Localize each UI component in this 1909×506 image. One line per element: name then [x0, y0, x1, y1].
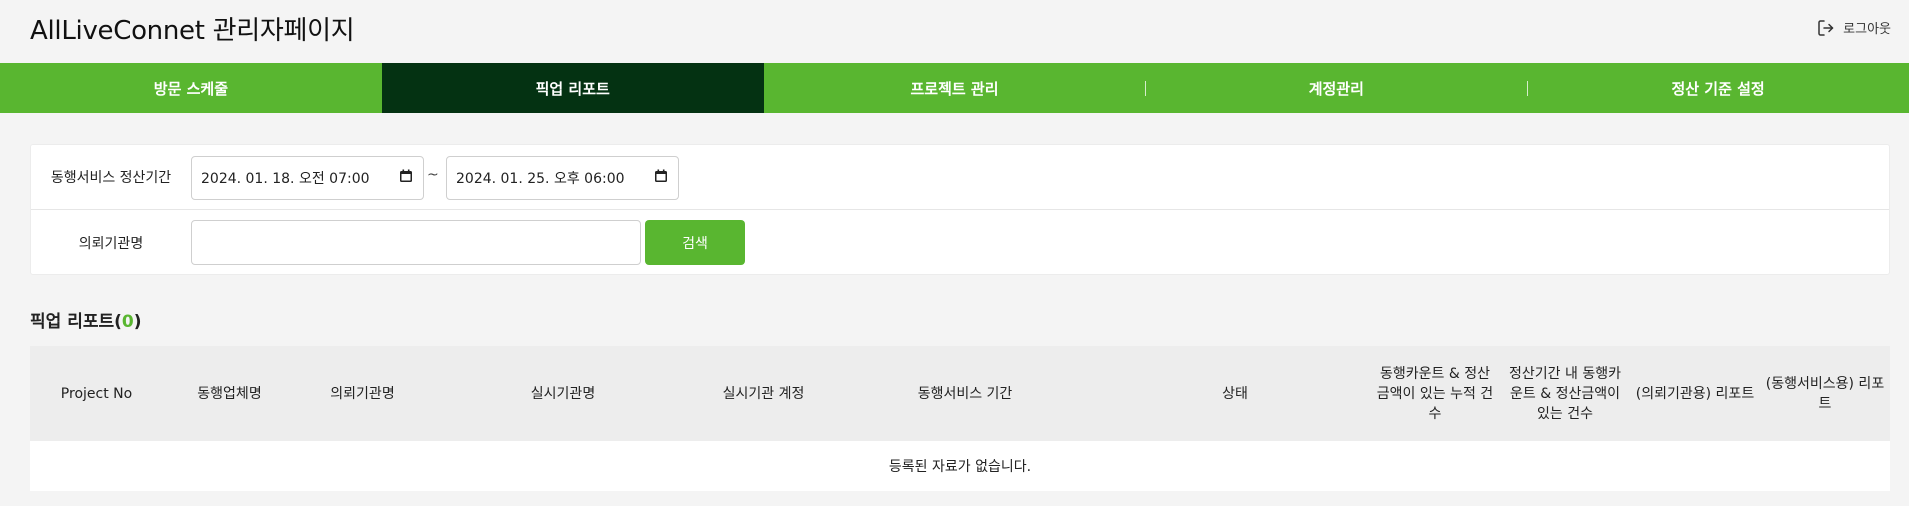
col-service-report: (동행서비스용) 리포트 [1765, 375, 1885, 412]
col-cumulative-count: 동행카운트 & 정산금액이 있는 누적 건수 [1376, 365, 1494, 422]
col-status: 상태 [1222, 385, 1248, 402]
org-name-input[interactable] [191, 220, 641, 265]
app-title: AllLiveConnet 관리자페이지 [30, 16, 355, 46]
end-date-input[interactable]: 2024. 01. 25. 오후 06:00 [446, 156, 679, 200]
col-project-no: Project No [60, 385, 133, 402]
col-executing-org-account: 실시기관 계정 [722, 385, 805, 402]
nav-item-account-management[interactable]: 계정관리 [1145, 63, 1527, 113]
logout-icon [1817, 19, 1835, 37]
col-executing-org: 실시기관명 [530, 385, 596, 402]
nav-item-pickup-report[interactable]: 픽업 리포트 [381, 63, 764, 113]
nav-item-project-management[interactable]: 프로젝트 관리 [764, 63, 1146, 113]
logout-label: 로그아웃 [1843, 22, 1891, 37]
calendar-icon[interactable] [399, 169, 413, 187]
report-section-title: 픽업 리포트(0) [30, 312, 142, 332]
period-filter-row: 동행서비스 정산기간 2024. 01. 18. 오전 07:00 ~ 2024… [31, 145, 1889, 210]
table-row-empty: 등록된 자료가 없습니다. [30, 441, 1890, 491]
report-title: 픽업 리포트 [30, 312, 115, 332]
start-date-value: 2024. 01. 18. 오전 07:00 [201, 171, 370, 187]
end-date-value: 2024. 01. 25. 오후 06:00 [456, 171, 625, 187]
filter-panel: 동행서비스 정산기간 2024. 01. 18. 오전 07:00 ~ 2024… [30, 144, 1890, 275]
search-button[interactable]: 검색 [645, 220, 745, 265]
col-requesting-org: 의뢰기관명 [330, 385, 395, 402]
date-range-separator: ~ [427, 167, 439, 183]
col-period-count: 정산기간 내 동행카운트 & 정산금액이 있는 건수 [1509, 365, 1621, 422]
main-nav: 방문 스케줄 픽업 리포트 프로젝트 관리 계정관리 정산 기준 설정 [0, 63, 1909, 113]
header: AllLiveConnet 관리자페이지 로그아웃 [0, 0, 1909, 63]
period-label: 동행서비스 정산기간 [50, 170, 172, 186]
report-count: 0 [121, 312, 134, 332]
table-header-row: Project No 동행업체명 의뢰기관명 실시기관명 실시기관 계정 동행서… [30, 346, 1890, 441]
col-service-period: 동행서비스 기간 [917, 385, 1013, 402]
nav-item-settlement-settings[interactable]: 정산 기준 설정 [1527, 63, 1909, 113]
empty-message: 등록된 자료가 없습니다. [888, 459, 1032, 475]
org-filter-row: 의뢰기관명 검색 [31, 210, 1889, 275]
logout-button[interactable]: 로그아웃 [1817, 18, 1891, 37]
calendar-icon[interactable] [654, 169, 668, 187]
org-label: 의뢰기관명 [78, 235, 144, 252]
start-date-input[interactable]: 2024. 01. 18. 오전 07:00 [191, 156, 424, 200]
col-companion-company: 동행업체명 [197, 385, 262, 402]
col-org-report: (의뢰기관용) 리포트 [1635, 385, 1755, 402]
nav-item-visit-schedule[interactable]: 방문 스케줄 [0, 63, 382, 113]
report-table: Project No 동행업체명 의뢰기관명 실시기관명 실시기관 계정 동행서… [30, 346, 1890, 491]
